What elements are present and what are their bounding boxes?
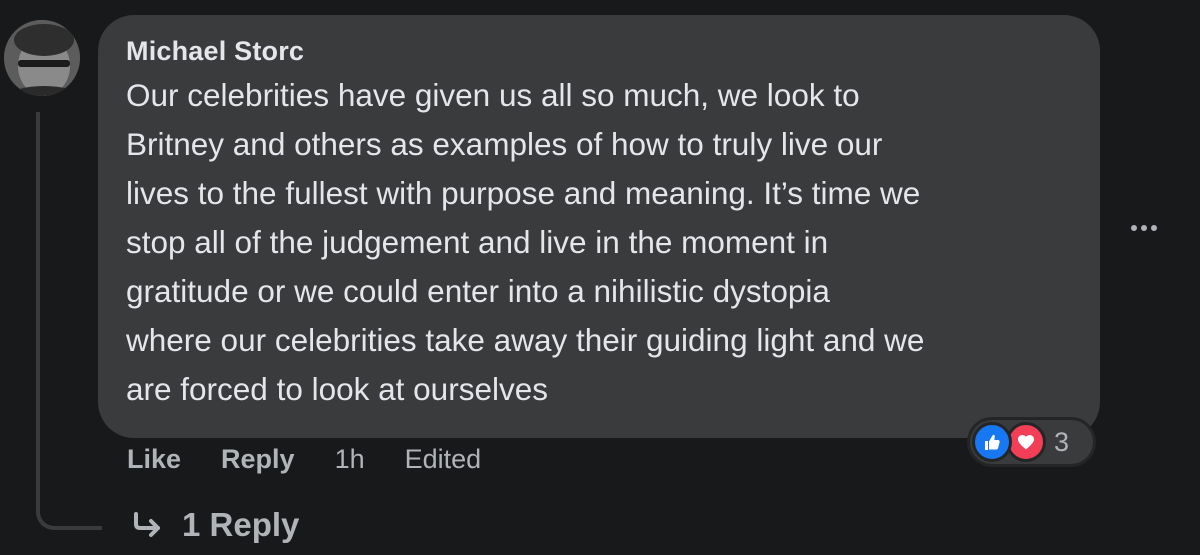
- like-icon: [972, 422, 1012, 462]
- reply-arrow-icon: [134, 512, 160, 537]
- more-options-icon-dot: [1151, 225, 1157, 231]
- thread-connector-line: [36, 112, 102, 530]
- avatar[interactable]: [4, 20, 80, 96]
- like-button[interactable]: Like: [127, 444, 181, 475]
- comment-bubble: Michael Storc Our celebrities have given…: [98, 15, 1100, 438]
- edited-label[interactable]: Edited: [405, 444, 482, 475]
- more-options-icon: [1131, 225, 1137, 231]
- avatar-image: [4, 20, 80, 96]
- comment-timestamp[interactable]: 1h: [335, 444, 365, 475]
- view-replies-link[interactable]: 1 Reply: [132, 504, 299, 546]
- view-replies-label: 1 Reply: [182, 506, 300, 543]
- more-options-icon-dot: [1141, 225, 1147, 231]
- more-options-button[interactable]: [1122, 212, 1166, 244]
- reactions-summary[interactable]: 3: [970, 420, 1093, 464]
- love-icon: [1006, 422, 1046, 462]
- comment-author[interactable]: Michael Storc: [126, 35, 1072, 67]
- comment-text: Our celebrities have given us all so muc…: [126, 77, 925, 407]
- reply-button[interactable]: Reply: [221, 444, 295, 475]
- reaction-count: 3: [1054, 426, 1070, 457]
- comment-actions: Like Reply 1h Edited: [127, 440, 521, 478]
